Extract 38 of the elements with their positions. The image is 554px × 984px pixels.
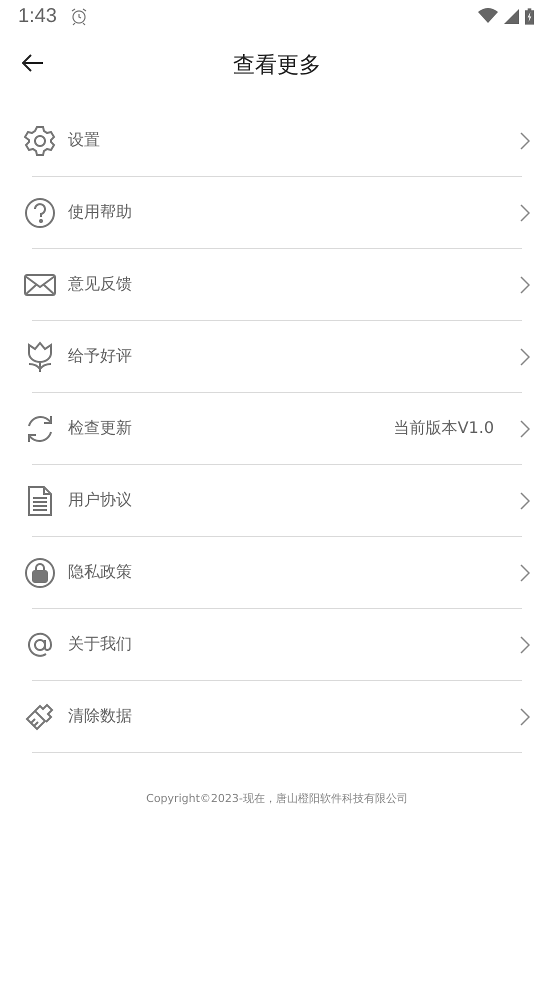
- copyright-text: Copyright©2023-现在，唐山橙阳软件科技有限公司: [145, 791, 409, 806]
- lock-icon: [24, 556, 56, 588]
- chevron-right-icon: [520, 276, 530, 294]
- gear-icon: [24, 124, 56, 156]
- menu-item[interactable]: 意见反馈: [0, 249, 554, 320]
- menu-item[interactable]: 使用帮助: [0, 177, 554, 248]
- menu-item[interactable]: 给予好评: [0, 321, 554, 392]
- menu-label: 使用帮助: [68, 202, 132, 223]
- menu-label: 用户协议: [68, 490, 132, 511]
- menu-label: 检查更新: [68, 418, 132, 439]
- chevron-right-icon: [520, 708, 530, 726]
- menu-label: 隐私政策: [68, 562, 132, 583]
- chevron-right-icon: [520, 564, 530, 582]
- menu-item[interactable]: 清除数据: [0, 681, 554, 752]
- page-title: 查看更多: [233, 52, 321, 80]
- help-icon: [24, 196, 56, 228]
- menu-label: 清除数据: [68, 706, 132, 727]
- menu-label: 设置: [68, 130, 100, 151]
- chevron-right-icon: [520, 492, 530, 510]
- menu-label: 意见反馈: [68, 274, 132, 295]
- menu-label: 给予好评: [68, 346, 132, 367]
- chevron-right-icon: [520, 132, 530, 150]
- wifi-icon: [478, 8, 498, 24]
- chevron-right-icon: [520, 204, 530, 222]
- version-text: 当前版本V1.0: [394, 418, 494, 439]
- menu-item[interactable]: 用户协议: [0, 465, 554, 536]
- menu-label: 关于我们: [68, 634, 132, 655]
- menu-item[interactable]: 关于我们: [0, 609, 554, 680]
- back-button[interactable]: [20, 52, 46, 74]
- battery-icon: [525, 8, 534, 24]
- signal-icon: [504, 8, 519, 24]
- status-time: 1:43: [18, 4, 57, 28]
- menu-item[interactable]: 设置: [0, 105, 554, 176]
- chevron-right-icon: [520, 348, 530, 366]
- menu-item[interactable]: 检查更新 当前版本V1.0: [0, 393, 554, 464]
- menu-item[interactable]: 隐私政策: [0, 537, 554, 608]
- chevron-right-icon: [520, 420, 530, 438]
- chevron-right-icon: [520, 636, 530, 654]
